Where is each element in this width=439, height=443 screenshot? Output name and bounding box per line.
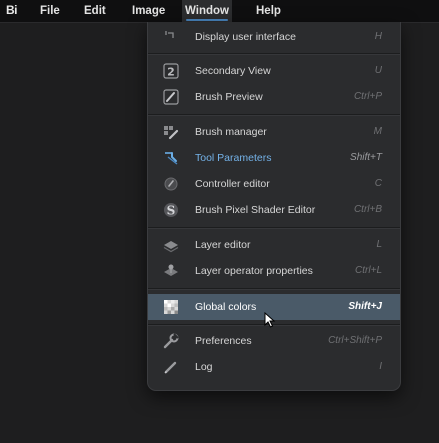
- menu-item-brush-pixel-shader-editor[interactable]: S Brush Pixel Shader Editor Ctrl+B: [148, 198, 400, 222]
- menu-item-label: Brush manager: [195, 126, 267, 138]
- menu-help[interactable]: Help: [250, 0, 287, 22]
- log-icon: [163, 359, 179, 375]
- brush-manager-icon: [163, 124, 179, 140]
- menu-item-shortcut: U: [374, 65, 382, 76]
- menu-item-shortcut: H: [374, 31, 382, 42]
- menu-item-shortcut: L: [376, 239, 382, 250]
- secondary-view-icon: 2: [163, 63, 179, 79]
- app-logo: Bi: [6, 3, 18, 17]
- menu-item-label: Controller editor: [195, 178, 270, 190]
- menu-item-shortcut: Shift+J: [348, 301, 382, 312]
- menu-edit[interactable]: Edit: [78, 0, 112, 22]
- menu-separator: [148, 288, 400, 290]
- pixel-shader-icon: S: [163, 202, 179, 218]
- brush-preview-icon: [163, 89, 179, 105]
- menu-item-label: Global colors: [195, 301, 257, 313]
- menu-item-brush-manager[interactable]: Brush manager M: [148, 120, 400, 144]
- menu-item-shortcut: I: [379, 361, 382, 372]
- menu-item-secondary-view[interactable]: 2 Secondary View U: [148, 59, 400, 83]
- menu-item-tool-parameters[interactable]: Tool Parameters Shift+T: [148, 146, 400, 170]
- svg-text:2: 2: [167, 66, 175, 79]
- menu-item-controller-editor[interactable]: Controller editor C: [148, 172, 400, 196]
- controller-editor-icon: [163, 176, 179, 192]
- global-colors-icon: [163, 299, 179, 315]
- mouse-cursor-icon: [264, 311, 276, 328]
- menu-item-label: Brush Preview: [195, 91, 263, 103]
- menu-separator: [148, 53, 400, 55]
- menu-item-layer-operator-properties[interactable]: Layer operator properties Ctrl+L: [148, 259, 400, 283]
- menu-item-preferences[interactable]: Preferences Ctrl+Shift+P: [148, 329, 400, 353]
- menu-item-shortcut: Ctrl+Shift+P: [328, 335, 382, 346]
- tool-parameters-icon: [163, 150, 179, 166]
- menu-item-log[interactable]: Log I: [148, 355, 400, 379]
- menu-bar: Bi File Edit Image Window Help: [0, 0, 439, 23]
- menu-item-shortcut: Ctrl+P: [353, 91, 382, 102]
- layer-operator-icon: [163, 263, 179, 279]
- menu-item-label: Preferences: [195, 335, 252, 347]
- menu-item-shortcut: Ctrl+B: [353, 204, 382, 215]
- menu-item-layer-editor[interactable]: Layer editor L: [148, 233, 400, 257]
- menu-window[interactable]: Window: [182, 0, 232, 22]
- display-ui-icon: [163, 29, 179, 45]
- menu-item-label: Layer editor: [195, 239, 251, 251]
- menu-item-label: Secondary View: [195, 65, 271, 77]
- menu-image[interactable]: Image: [126, 0, 171, 22]
- menu-item-shortcut: C: [374, 178, 382, 189]
- preferences-icon: [163, 333, 179, 349]
- menu-item-label: Layer operator properties: [195, 265, 313, 277]
- menu-separator: [148, 114, 400, 116]
- svg-text:S: S: [167, 204, 176, 218]
- menu-item-brush-preview[interactable]: Brush Preview Ctrl+P: [148, 85, 400, 109]
- menu-item-shortcut: Ctrl+L: [355, 265, 382, 276]
- menu-item-shortcut: Shift+T: [350, 152, 382, 163]
- menu-separator: [148, 227, 400, 229]
- window-menu-dropdown: Display user interface H 2 Secondary Vie…: [147, 22, 401, 391]
- menu-item-shortcut: M: [373, 126, 382, 137]
- menu-item-label: Tool Parameters: [195, 152, 272, 164]
- menu-item-label: Log: [195, 361, 213, 373]
- layer-editor-icon: [163, 237, 179, 253]
- menu-item-label: Brush Pixel Shader Editor: [195, 204, 316, 216]
- menu-file[interactable]: File: [34, 0, 66, 22]
- menu-item-label: Display user interface: [195, 31, 296, 43]
- menu-item-display-user-interface[interactable]: Display user interface H: [148, 25, 400, 49]
